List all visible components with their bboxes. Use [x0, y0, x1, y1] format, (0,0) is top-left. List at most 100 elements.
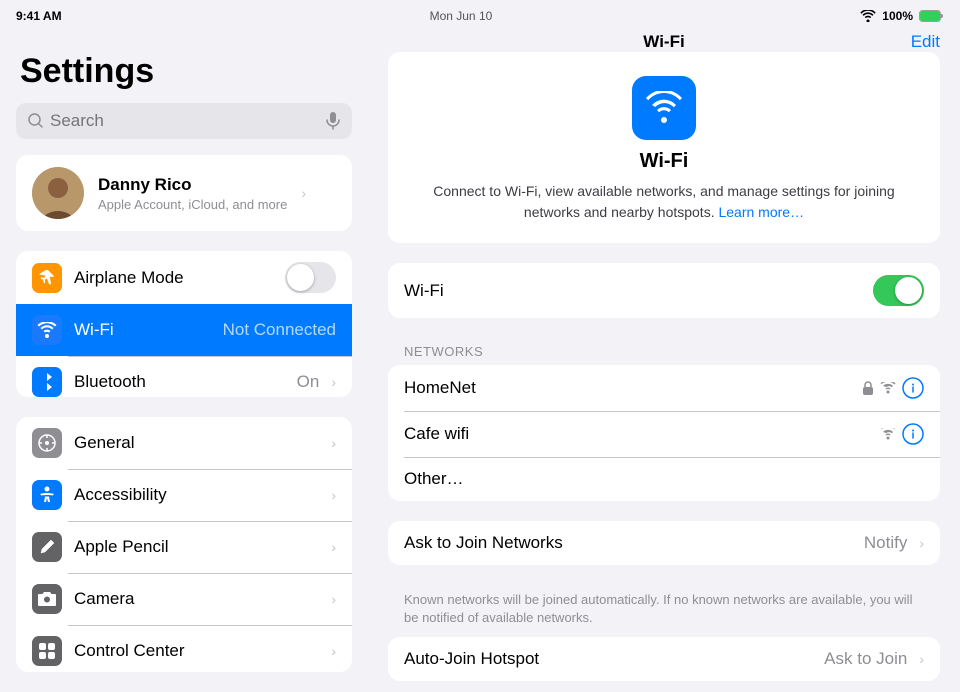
- app-container: Settings Dann: [0, 32, 960, 692]
- auto-join-value: Ask to Join: [824, 649, 907, 669]
- settings-title: Settings: [0, 44, 368, 103]
- wifi-toggle-label: Wi-Fi: [404, 281, 861, 301]
- airplane-icon: [37, 268, 57, 288]
- camera-label: Camera: [74, 589, 319, 609]
- network-icons-cafewifi: [880, 423, 924, 445]
- bluetooth-label: Bluetooth: [74, 372, 285, 392]
- info-button-homenet[interactable]: [902, 377, 924, 399]
- learn-more-link[interactable]: Learn more…: [718, 204, 804, 220]
- wifi-signal-strong-icon: [880, 382, 896, 394]
- auto-join-row[interactable]: Auto-Join Hotspot Ask to Join ›: [388, 637, 940, 681]
- wifi-toggle[interactable]: [873, 275, 924, 306]
- network-row-other[interactable]: Other…: [388, 457, 940, 501]
- general-chevron: ›: [331, 435, 336, 451]
- airplane-toggle[interactable]: [285, 262, 336, 293]
- sidebar-item-controlcenter[interactable]: Control Center ›: [16, 625, 352, 672]
- sidebar-item-camera[interactable]: Camera ›: [16, 573, 352, 625]
- wifi-hero-desc: Connect to Wi-Fi, view available network…: [408, 181, 920, 223]
- auto-join-label: Auto-Join Hotspot: [404, 649, 812, 669]
- airplane-label: Airplane Mode: [74, 268, 273, 288]
- ask-to-join-desc: Known networks will be joined automatica…: [388, 585, 940, 637]
- profile-subtitle: Apple Account, iCloud, and more: [98, 197, 287, 212]
- controlcenter-chevron: ›: [331, 643, 336, 659]
- status-date: Mon Jun 10: [430, 9, 493, 23]
- bluetooth-icon: [40, 372, 54, 392]
- auto-join-card: Auto-Join Hotspot Ask to Join ›: [388, 637, 940, 681]
- wifi-label: Wi-Fi: [74, 320, 211, 340]
- accessibility-label: Accessibility: [74, 485, 319, 505]
- mic-icon: [326, 112, 340, 130]
- search-input[interactable]: [50, 111, 320, 131]
- wifi-hero-icon: [644, 91, 684, 125]
- lock-icon: [862, 381, 874, 395]
- ask-to-join-row[interactable]: Ask to Join Networks Notify ›: [388, 521, 940, 565]
- profile-info: Danny Rico Apple Account, iCloud, and mo…: [98, 175, 287, 212]
- avatar: [32, 167, 84, 219]
- ask-to-join-label: Ask to Join Networks: [404, 533, 852, 553]
- profile-name: Danny Rico: [98, 175, 287, 195]
- applepencil-chevron: ›: [331, 539, 336, 555]
- sidebar: Settings Dann: [0, 32, 368, 692]
- wifi-status-icon: [860, 10, 876, 22]
- wifi-app-icon: [632, 76, 696, 140]
- network-name-other: Other…: [404, 469, 924, 489]
- sidebar-item-accessibility[interactable]: Accessibility ›: [16, 469, 352, 521]
- ask-to-join-chevron: ›: [919, 535, 924, 551]
- wifi-toggle-row[interactable]: Wi-Fi: [388, 263, 940, 318]
- controlcenter-label: Control Center: [74, 641, 319, 661]
- sidebar-item-general[interactable]: General ›: [16, 417, 352, 469]
- info-button-cafewifi[interactable]: [902, 423, 924, 445]
- profile-chevron: ›: [301, 185, 306, 201]
- battery-percent: 100%: [882, 9, 913, 23]
- accessibility-chevron: ›: [331, 487, 336, 503]
- sidebar-item-wifi[interactable]: Wi-Fi Not Connected: [16, 304, 352, 356]
- controlcenter-icon-bg: [32, 636, 62, 666]
- applepencil-icon-bg: [32, 532, 62, 562]
- general-label: General: [74, 433, 319, 453]
- bluetooth-icon-bg: [32, 367, 62, 397]
- applepencil-label: Apple Pencil: [74, 537, 319, 557]
- auto-join-chevron: ›: [919, 651, 924, 667]
- bluetooth-value: On: [297, 372, 320, 392]
- sidebar-item-airplane[interactable]: Airplane Mode: [16, 251, 352, 304]
- airplane-icon-bg: [32, 263, 62, 293]
- network-name-cafewifi: Cafe wifi: [404, 424, 868, 444]
- status-time: 9:41 AM: [16, 9, 62, 23]
- settings-section-connectivity: Airplane Mode Wi-Fi Not Connected: [16, 251, 352, 397]
- search-bar[interactable]: [16, 103, 352, 139]
- bluetooth-chevron: ›: [331, 374, 336, 390]
- network-name-homenet: HomeNet: [404, 378, 850, 398]
- sidebar-item-applepencil[interactable]: Apple Pencil ›: [16, 521, 352, 573]
- wifi-icon: [37, 322, 57, 338]
- battery-icon: [919, 10, 944, 22]
- profile-cell[interactable]: Danny Rico Apple Account, iCloud, and mo…: [16, 155, 352, 231]
- right-panel: Wi-Fi Edit Wi-Fi Connect to Wi-Fi, view …: [368, 32, 960, 692]
- network-icons-homenet: [862, 377, 924, 399]
- sidebar-item-bluetooth[interactable]: Bluetooth On ›: [16, 356, 352, 397]
- panel-nav: Wi-Fi Edit: [368, 32, 960, 52]
- settings-section-prefs: General › Accessibility ›: [16, 417, 352, 672]
- panel-title: Wi-Fi: [643, 32, 684, 52]
- wifi-icon-bg: [32, 315, 62, 345]
- controlcenter-icon: [37, 641, 57, 661]
- network-row-homenet[interactable]: HomeNet: [388, 365, 940, 411]
- camera-icon-bg: [32, 584, 62, 614]
- wifi-value: Not Connected: [223, 320, 336, 340]
- networks-header: NETWORKS: [388, 338, 940, 365]
- wifi-toggle-card: Wi-Fi: [388, 263, 940, 318]
- wifi-signal-medium-icon: [880, 428, 896, 440]
- camera-chevron: ›: [331, 591, 336, 607]
- wifi-hero-title: Wi-Fi: [408, 150, 920, 173]
- network-row-cafewifi[interactable]: Cafe wifi: [388, 411, 940, 457]
- ask-to-join-card: Ask to Join Networks Notify ›: [388, 521, 940, 565]
- camera-icon: [37, 591, 57, 607]
- general-icon-bg: [32, 428, 62, 458]
- status-bar: 9:41 AM Mon Jun 10 100%: [0, 0, 960, 32]
- search-icon: [28, 113, 44, 129]
- general-icon: [37, 433, 57, 453]
- accessibility-icon-bg: [32, 480, 62, 510]
- wifi-hero-card: Wi-Fi Connect to Wi-Fi, view available n…: [388, 52, 940, 243]
- networks-card: HomeNet: [388, 365, 940, 501]
- accessibility-icon: [37, 485, 57, 505]
- edit-button[interactable]: Edit: [911, 32, 940, 52]
